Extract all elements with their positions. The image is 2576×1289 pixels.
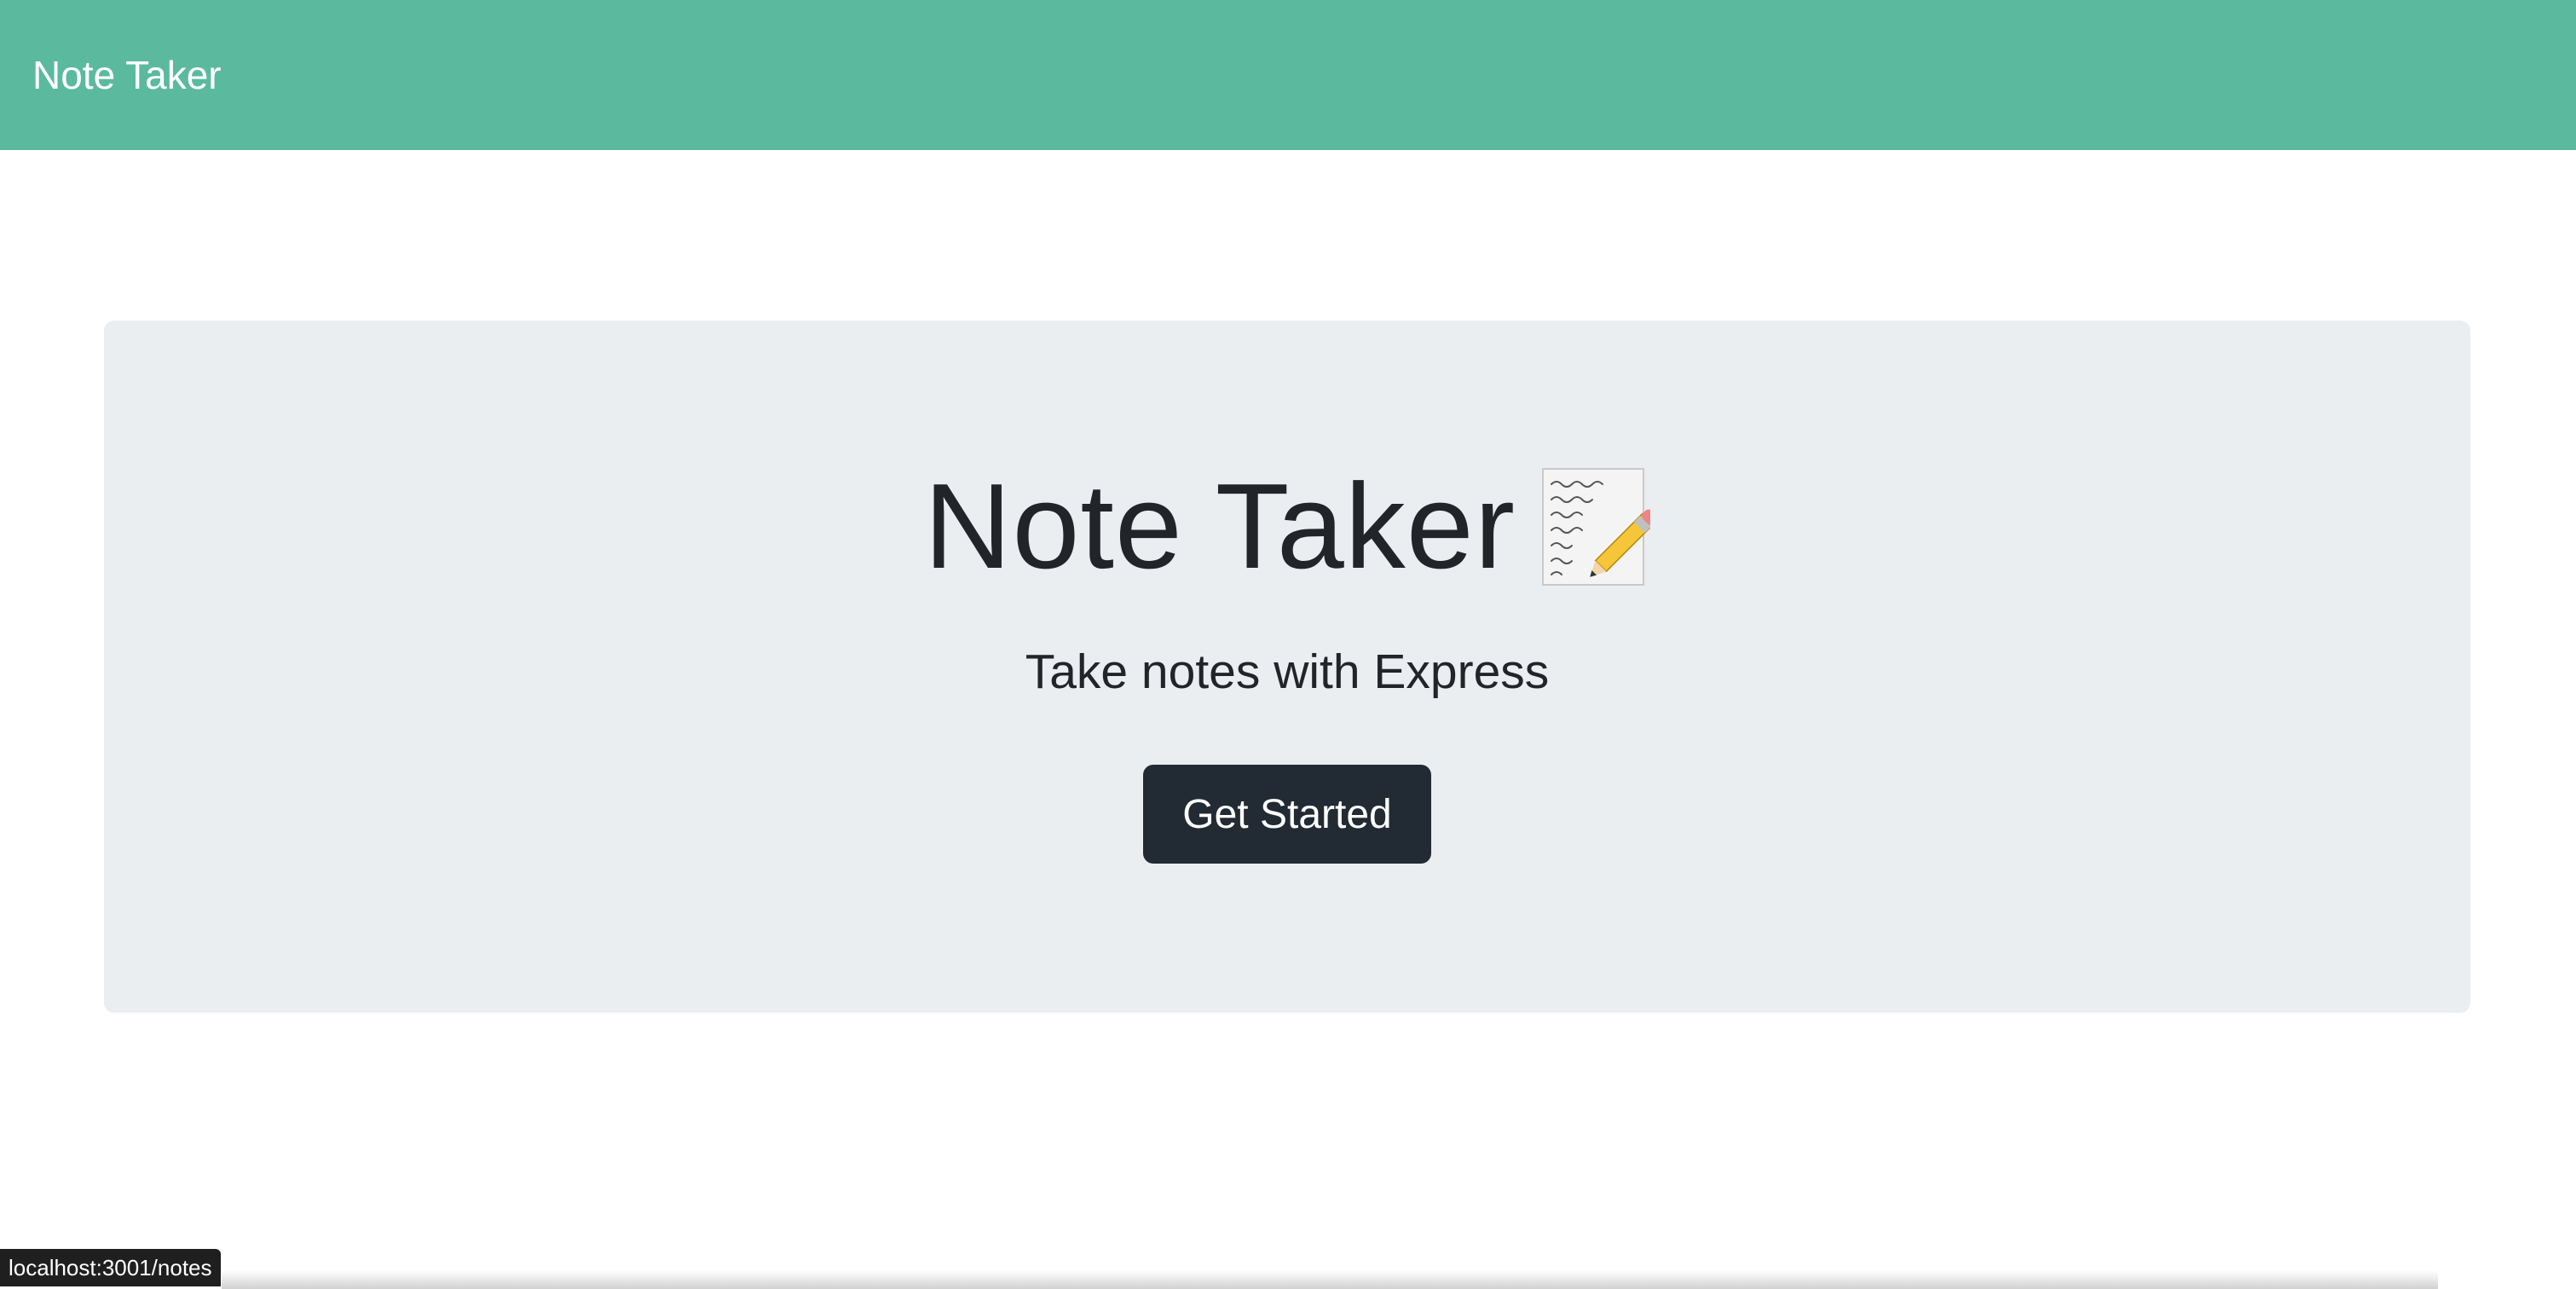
hero-subtitle: Take notes with Express xyxy=(1025,644,1550,699)
navbar: Note Taker xyxy=(0,0,2576,150)
status-bar-url: localhost:3001/notes xyxy=(0,1249,221,1286)
memo-icon xyxy=(1541,465,1658,588)
hero-panel: Note Taker Take notes with Express Get S… xyxy=(104,321,2470,1013)
hero-title: Note Taker xyxy=(923,459,1516,594)
window-bottom-shadow xyxy=(222,1270,2438,1289)
hero-title-row: Note Taker xyxy=(923,459,1658,594)
navbar-brand-link[interactable]: Note Taker xyxy=(32,52,222,98)
get-started-button[interactable]: Get Started xyxy=(1143,765,1431,864)
